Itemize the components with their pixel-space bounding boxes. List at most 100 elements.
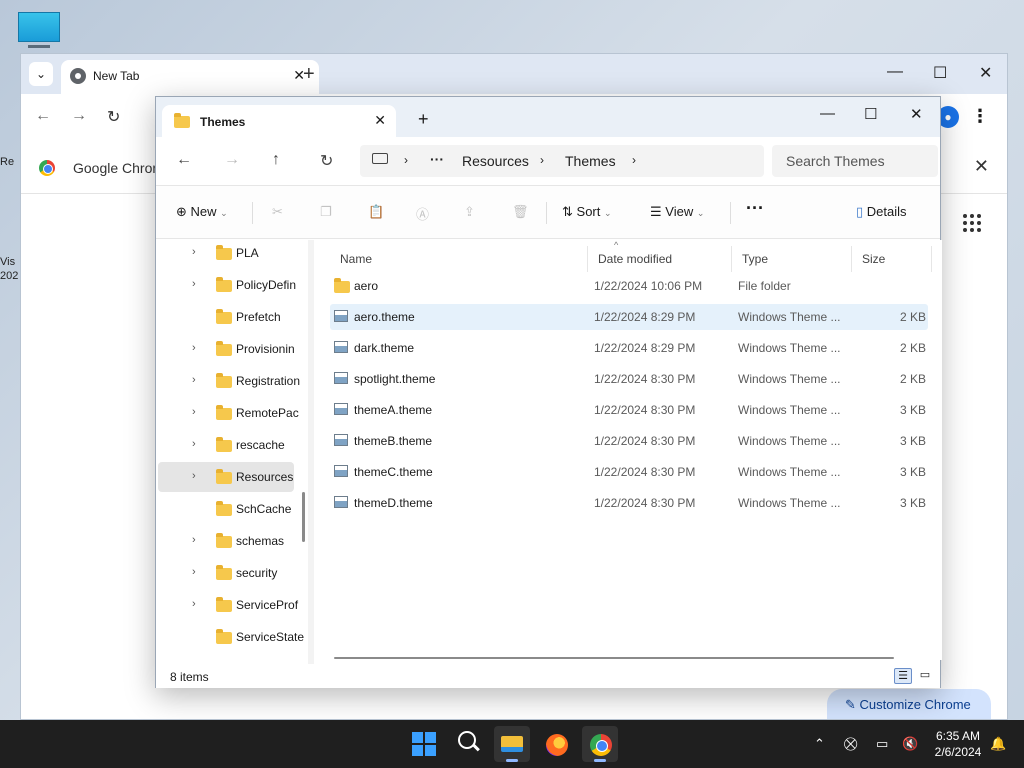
cut-icon[interactable]: ✂ bbox=[272, 204, 283, 220]
chrome-taskbar-icon[interactable] bbox=[582, 726, 618, 762]
maximize-icon[interactable]: ☐ bbox=[864, 105, 877, 123]
network-offline-icon[interactable]: ⛒ bbox=[844, 736, 857, 752]
minimize-icon[interactable]: — bbox=[887, 63, 903, 81]
expand-chevron-icon[interactable]: › bbox=[192, 374, 196, 386]
rename-icon[interactable]: Ⓐ bbox=[416, 204, 429, 223]
search-placeholder: Search Themes bbox=[786, 153, 885, 169]
up-arrow-icon[interactable]: ↑ bbox=[272, 151, 280, 169]
address-breadcrumb[interactable]: › ··· Resources › Themes › bbox=[360, 145, 764, 177]
file-row[interactable]: themeD.theme 1/22/2024 8:30 PM Windows The… bbox=[330, 490, 928, 516]
customize-chrome-button[interactable]: ✎ Customize Chrome bbox=[827, 689, 991, 719]
notification-bell-icon[interactable]: 🔔 bbox=[990, 736, 1006, 752]
share-icon[interactable]: ⇪ bbox=[464, 204, 475, 220]
nav-item[interactable]: › RemotePac bbox=[158, 398, 299, 428]
file-row[interactable]: dark.theme 1/22/2024 8:29 PM Windows Theme… bbox=[330, 335, 928, 361]
expand-chevron-icon[interactable]: › bbox=[192, 406, 196, 418]
nav-item[interactable]: › Provisionin bbox=[158, 334, 295, 364]
sort-button[interactable]: ⇅ Sort ⌄ bbox=[562, 204, 612, 220]
expand-chevron-icon[interactable]: › bbox=[192, 598, 196, 610]
display-icon[interactable]: ▭ bbox=[876, 736, 888, 752]
google-apps-grid-icon[interactable] bbox=[963, 214, 981, 232]
chrome-tab-new-tab[interactable]: New Tab ✕ bbox=[61, 60, 319, 94]
tiles-view-icon[interactable]: ▭ bbox=[916, 668, 934, 684]
volume-muted-icon[interactable]: 🔇 bbox=[902, 736, 918, 752]
forward-arrow-icon[interactable]: → bbox=[71, 107, 87, 125]
back-arrow-icon[interactable]: ← bbox=[176, 151, 192, 169]
nav-item[interactable]: › rescache bbox=[158, 430, 294, 460]
file-row[interactable]: themeA.theme 1/22/2024 8:30 PM Windows The… bbox=[330, 397, 928, 423]
forward-arrow-icon[interactable]: → bbox=[224, 151, 240, 169]
nav-item[interactable]: › Registration bbox=[158, 366, 300, 396]
paste-icon[interactable]: 📋 bbox=[368, 204, 384, 220]
search-input[interactable]: Search Themes bbox=[772, 145, 938, 177]
new-button[interactable]: ⊕ New ⌄ bbox=[176, 204, 228, 220]
nav-item[interactable]: › Resources bbox=[158, 462, 294, 492]
back-arrow-icon[interactable]: ← bbox=[35, 107, 51, 125]
folder-icon bbox=[216, 501, 232, 516]
expand-chevron-icon[interactable]: › bbox=[192, 566, 196, 578]
file-row[interactable]: aero.theme 1/22/2024 8:29 PM Windows Theme… bbox=[330, 304, 928, 330]
file-explorer-taskbar-icon[interactable] bbox=[494, 726, 530, 762]
sort-icon: ⇅ bbox=[562, 204, 573, 219]
nav-item[interactable]: › ServiceProf bbox=[158, 590, 298, 620]
reload-icon[interactable]: ↻ bbox=[107, 107, 120, 127]
copy-icon[interactable]: ❐ bbox=[320, 204, 332, 220]
details-view-icon[interactable]: ☰ bbox=[894, 668, 912, 684]
expand-chevron-icon[interactable]: › bbox=[192, 438, 196, 450]
nav-item-label: Resources bbox=[236, 470, 294, 484]
breadcrumb-chevron-icon[interactable]: › bbox=[632, 153, 636, 167]
nav-item[interactable]: › PolicyDefin bbox=[158, 270, 296, 300]
expand-chevron-icon[interactable]: › bbox=[192, 278, 196, 290]
nav-item-label: RemotePac bbox=[236, 406, 299, 420]
nav-item[interactable]: › schemas bbox=[158, 526, 294, 556]
close-window-icon[interactable]: ✕ bbox=[979, 63, 992, 83]
horizontal-scrollbar[interactable] bbox=[334, 657, 894, 659]
column-header-type[interactable]: Type bbox=[732, 246, 852, 272]
column-header-name[interactable]: Name bbox=[330, 246, 588, 272]
file-row[interactable]: spotlight.theme 1/22/2024 8:30 PM Windows … bbox=[330, 366, 928, 392]
refresh-icon[interactable]: ↻ bbox=[320, 151, 333, 171]
clock[interactable]: 6:35 AM 2/6/2024 bbox=[928, 728, 988, 760]
show-hidden-icons-chevron[interactable]: ⌃ bbox=[814, 736, 825, 752]
more-options-icon[interactable]: ⋮ bbox=[971, 106, 989, 127]
tab-search-chevron-icon[interactable]: ⌄ bbox=[29, 62, 53, 86]
file-row[interactable]: themeB.theme 1/22/2024 8:30 PM Windows The… bbox=[330, 428, 928, 454]
nav-item-label: ServiceProf bbox=[236, 598, 299, 612]
nav-item[interactable]: SchCache bbox=[158, 494, 294, 524]
breadcrumb-themes[interactable]: Themes bbox=[565, 153, 616, 169]
expand-chevron-icon[interactable]: › bbox=[192, 470, 196, 482]
breadcrumb-resources[interactable]: Resources bbox=[462, 153, 529, 169]
nav-item[interactable]: Prefetch bbox=[158, 302, 294, 332]
expand-chevron-icon[interactable]: › bbox=[192, 534, 196, 546]
new-tab-plus-icon[interactable]: + bbox=[303, 63, 315, 86]
expand-chevron-icon[interactable]: › bbox=[192, 246, 196, 258]
maximize-icon[interactable]: ☐ bbox=[933, 63, 947, 83]
firefox-taskbar-icon[interactable] bbox=[538, 726, 574, 762]
column-header-date[interactable]: Date modified bbox=[588, 246, 732, 272]
desktop-monitor-icon[interactable] bbox=[18, 12, 62, 48]
column-header-size[interactable]: Size bbox=[852, 246, 932, 272]
expand-chevron-icon[interactable]: › bbox=[192, 342, 196, 354]
monitor-stand bbox=[28, 45, 50, 48]
close-info-bar-icon[interactable]: ✕ bbox=[974, 156, 989, 177]
details-button[interactable]: ▯ Details bbox=[856, 204, 907, 220]
minimize-icon[interactable]: — bbox=[820, 105, 835, 122]
nav-item[interactable]: ServiceState bbox=[158, 622, 304, 652]
search-icon[interactable] bbox=[457, 730, 479, 752]
close-tab-icon[interactable]: ✕ bbox=[374, 112, 386, 129]
close-window-icon[interactable]: ✕ bbox=[910, 105, 923, 123]
start-windows-icon[interactable] bbox=[412, 732, 436, 756]
delete-icon[interactable]: 🗑 bbox=[512, 204, 529, 220]
new-tab-plus-icon[interactable]: + bbox=[418, 109, 429, 130]
explorer-tab-themes[interactable]: Themes ✕ bbox=[162, 105, 396, 137]
folder-icon bbox=[216, 373, 232, 388]
breadcrumb-overflow-icon[interactable]: ··· bbox=[430, 151, 444, 167]
more-options-icon[interactable]: ··· bbox=[746, 198, 764, 219]
theme-file-icon bbox=[334, 341, 348, 353]
file-row[interactable]: themeC.theme 1/22/2024 8:30 PM Windows The… bbox=[330, 459, 928, 485]
file-row[interactable]: aero 1/22/2024 10:06 PM File folder bbox=[330, 273, 928, 299]
nav-pane-scrollbar[interactable] bbox=[302, 492, 305, 542]
nav-item[interactable]: › PLA bbox=[158, 240, 294, 268]
nav-item[interactable]: › security bbox=[158, 558, 294, 588]
view-button[interactable]: ☰ View ⌄ bbox=[650, 204, 704, 220]
